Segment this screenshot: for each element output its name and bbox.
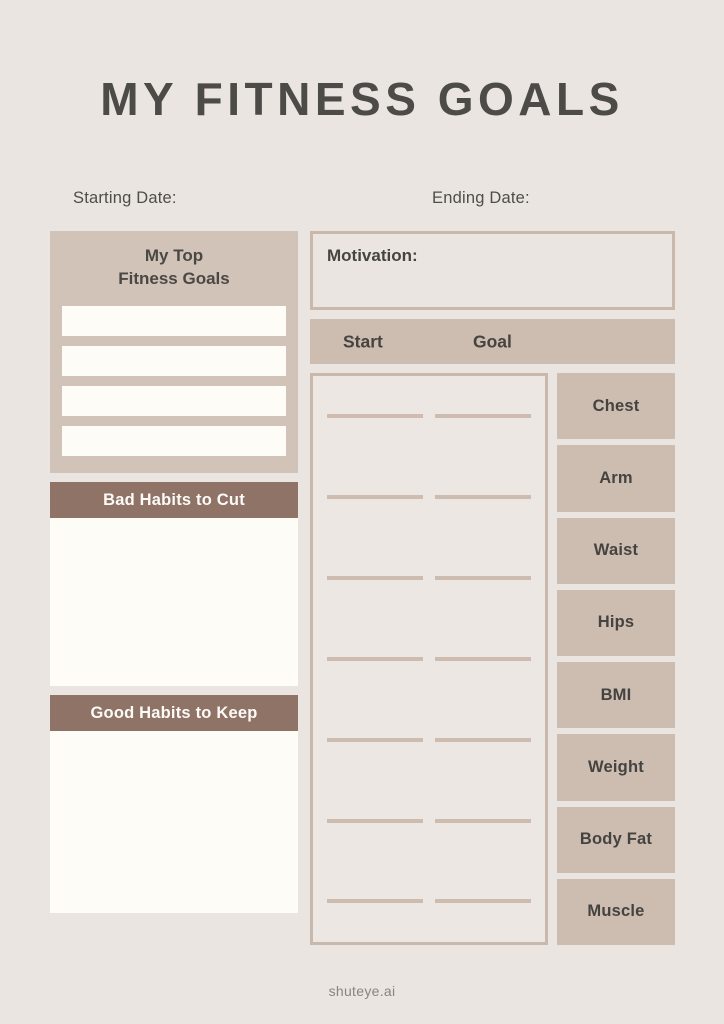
measurement-line-row[interactable] <box>327 737 531 742</box>
page-title: MY FITNESS GOALS <box>100 73 624 125</box>
bad-habits-header: Bad Habits to Cut <box>50 482 298 518</box>
measurement-label: Hips <box>557 589 675 656</box>
measurement-label: Weight <box>557 734 675 801</box>
goal-value-line[interactable] <box>435 495 531 500</box>
ending-date-label: Ending Date: <box>432 189 530 207</box>
goal-value-line[interactable] <box>435 899 531 904</box>
measurement-entry-lines[interactable] <box>310 373 548 945</box>
top-fitness-goals-rows <box>62 305 286 456</box>
top-fitness-goals-title: My Top Fitness Goals <box>118 246 230 288</box>
starting-date-label: Starting Date: <box>73 189 177 207</box>
good-habits-block: Good Habits to Keep <box>50 695 298 913</box>
start-value-line[interactable] <box>327 737 423 742</box>
goal-value-line[interactable] <box>435 656 531 661</box>
right-column: Motivation: Start Goal Chest Arm Waist Hips… <box>310 231 675 945</box>
measurement-line-row[interactable] <box>327 576 531 581</box>
goal-column-header: Goal <box>473 331 512 351</box>
measurement-label: BMI <box>557 662 675 729</box>
measurement-tracker: Chest Arm Waist Hips BMI Weight Body Fat Muscle <box>310 373 675 945</box>
measurement-line-row[interactable] <box>327 818 531 823</box>
measurement-label: Muscle <box>557 878 675 945</box>
start-value-line[interactable] <box>327 899 423 904</box>
bad-habits-input-area[interactable] <box>50 518 298 686</box>
start-value-line[interactable] <box>327 414 423 419</box>
good-habits-header: Good Habits to Keep <box>50 695 298 731</box>
start-value-line[interactable] <box>327 818 423 823</box>
start-value-line[interactable] <box>327 495 423 500</box>
goal-value-line[interactable] <box>435 576 531 581</box>
start-value-line[interactable] <box>327 656 423 661</box>
footer-watermark: shuteye.ai <box>328 983 396 999</box>
goal-value-line[interactable] <box>435 818 531 823</box>
top-fitness-goal-input[interactable] <box>62 385 286 416</box>
left-column: My Top Fitness Goals Bad Habits to Cut G… <box>50 231 298 913</box>
measurement-labels-column: Chest Arm Waist Hips BMI Weight Body Fat Muscle <box>557 373 675 945</box>
bad-habits-block: Bad Habits to Cut <box>50 482 298 686</box>
good-habits-input-area[interactable] <box>50 731 298 913</box>
motivation-label: Motivation: <box>327 246 418 265</box>
goal-value-line[interactable] <box>435 737 531 742</box>
measurement-label: Waist <box>557 517 675 584</box>
goal-value-line[interactable] <box>435 414 531 419</box>
measurement-line-row[interactable] <box>327 656 531 661</box>
measurement-line-row[interactable] <box>327 495 531 500</box>
measurement-label: Chest <box>557 373 675 440</box>
measurement-line-row[interactable] <box>327 414 531 419</box>
measurement-line-row[interactable] <box>327 899 531 904</box>
measurement-label: Arm <box>557 445 675 512</box>
start-value-line[interactable] <box>327 576 423 581</box>
motivation-box[interactable]: Motivation: <box>310 231 675 310</box>
top-fitness-goal-input[interactable] <box>62 425 286 456</box>
top-fitness-goal-input[interactable] <box>62 305 286 336</box>
start-goal-header-bar: Start Goal <box>310 319 675 364</box>
start-column-header: Start <box>343 331 383 351</box>
top-fitness-goals-panel: My Top Fitness Goals <box>50 231 298 473</box>
measurement-label: Body Fat <box>557 806 675 873</box>
top-fitness-goal-input[interactable] <box>62 345 286 376</box>
